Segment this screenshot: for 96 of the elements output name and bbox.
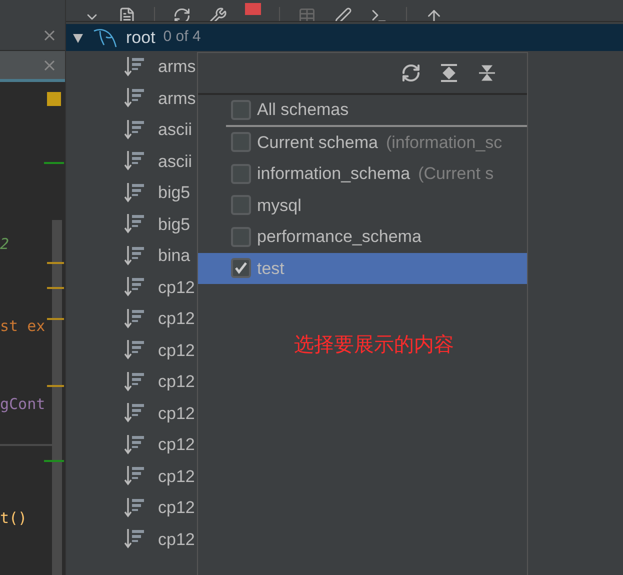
arrow-bars-icon — [124, 150, 146, 172]
schema-count: 0 of 4 — [163, 27, 201, 48]
arrow-bars-icon — [124, 87, 146, 110]
change-marker — [44, 162, 64, 164]
tree-row-label: ascii — [158, 150, 192, 172]
arrow-bars-icon — [124, 276, 146, 298]
schema-option[interactable]: mysql — [198, 190, 527, 221]
schema-name: Current schema — [257, 132, 378, 154]
refresh-icon[interactable] — [401, 63, 421, 83]
checkbox[interactable] — [231, 195, 251, 216]
arrow-bars-icon — [124, 213, 146, 236]
tree-row-label: cp12 — [158, 528, 195, 550]
warning-marker — [47, 262, 64, 264]
wrench-icon[interactable] — [209, 7, 227, 21]
dolphin-icon — [92, 26, 118, 48]
code-line: t() — [0, 508, 28, 529]
arrow-bars-icon — [124, 528, 146, 550]
console-icon[interactable] — [370, 7, 388, 21]
scrollbar[interactable] — [52, 220, 62, 575]
tree-row[interactable]: cp12 — [66, 366, 197, 398]
arrow-bars-icon — [124, 496, 146, 519]
check-icon — [234, 261, 248, 276]
schema-option[interactable]: information_schema (Current s — [198, 158, 527, 190]
tree-row[interactable]: cp12 — [66, 272, 197, 303]
checkbox[interactable] — [231, 164, 251, 184]
tree-row[interactable]: cp12 — [66, 398, 197, 429]
tree-row[interactable]: cp12 — [66, 524, 197, 555]
schema-option[interactable]: performance_schema — [198, 221, 527, 252]
expand-arrow-icon[interactable] — [72, 32, 84, 44]
tree-row-label: ascii — [158, 119, 192, 141]
arrow-bars-icon — [124, 370, 146, 393]
arrow-bars-icon — [124, 56, 146, 78]
arrow-bars-icon — [124, 339, 146, 362]
warning-marker — [47, 385, 64, 387]
schema-note: (information_sc — [386, 132, 502, 154]
close-icon[interactable] — [44, 30, 55, 40]
arrow-bars-icon — [124, 182, 146, 204]
tree-row-label: big5 — [158, 214, 190, 236]
expand-all-icon[interactable] — [439, 63, 459, 83]
tree-row[interactable]: cp12 — [66, 429, 197, 460]
edit-icon[interactable] — [334, 7, 352, 21]
code-line: gCont — [0, 394, 46, 415]
refresh-icon[interactable] — [173, 7, 191, 21]
arrow-bars-icon — [124, 118, 146, 141]
editor-tab[interactable] — [0, 20, 65, 51]
code-line: st ex — [0, 316, 46, 337]
tree-row[interactable]: arms — [66, 82, 197, 114]
schema-name: test — [257, 258, 284, 280]
tree-row-label: cp12 — [158, 371, 195, 393]
arrow-bars-icon — [124, 465, 146, 488]
arrow-bars-icon — [124, 244, 146, 267]
checkbox[interactable] — [231, 258, 251, 278]
collapse-all-icon[interactable] — [477, 63, 497, 83]
tree-row[interactable]: ascii — [66, 146, 197, 177]
tree-row[interactable]: big5 — [66, 208, 197, 240]
tree-row-label: arms — [158, 88, 196, 110]
tree-row-label: bina — [158, 245, 190, 267]
tree-row-label: cp12 — [158, 340, 195, 362]
schema-note: (Current s — [418, 163, 494, 185]
tree-row-label: arms — [158, 56, 196, 78]
tree-row[interactable]: cp12 — [66, 334, 197, 366]
tree-row[interactable]: root 0 of 4 — [66, 24, 623, 51]
tree-row[interactable]: bina — [66, 240, 197, 272]
tree-row-label: cp12 — [158, 308, 195, 330]
schema-name: information_schema — [257, 163, 410, 185]
annotation-text: 选择要展示的内容 — [294, 333, 455, 358]
tree-row[interactable]: cp12 — [66, 303, 197, 334]
document-icon[interactable] — [118, 7, 136, 21]
tree-row[interactable]: cp12 — [66, 492, 197, 524]
tree-row-label: cp12 — [158, 466, 195, 488]
tree-row-label: cp12 — [158, 434, 195, 456]
arrow-bars-icon — [124, 434, 146, 456]
warning-marker — [47, 287, 64, 289]
root-label: root — [126, 26, 156, 49]
arrow-bars-icon — [124, 308, 146, 330]
tree-row[interactable]: ascii — [66, 114, 197, 146]
checkbox[interactable] — [231, 100, 251, 120]
tree-row[interactable]: arms — [66, 51, 197, 82]
checkbox[interactable] — [231, 226, 251, 247]
warning-marker — [47, 318, 64, 320]
schema-option[interactable]: Current schema (information_sc — [198, 126, 527, 158]
code-line: 2 — [0, 234, 10, 255]
tree-row-label: big5 — [158, 182, 190, 204]
schema-name: performance_schema — [257, 226, 422, 248]
change-marker — [44, 460, 64, 462]
warning-marker — [47, 92, 61, 106]
tree-row-label: cp12 — [158, 497, 195, 519]
tree-row-label: cp12 — [158, 276, 195, 298]
tree-row[interactable]: cp12 — [66, 460, 197, 492]
schema-name: mysql — [257, 194, 302, 216]
schema-option[interactable]: All schemas — [226, 95, 527, 126]
tree-row[interactable]: big5 — [66, 177, 197, 208]
tree-row-label: cp12 — [158, 402, 195, 424]
schema-name: All schemas — [257, 99, 349, 121]
checkbox[interactable] — [231, 132, 251, 152]
arrow-bars-icon — [124, 402, 146, 424]
